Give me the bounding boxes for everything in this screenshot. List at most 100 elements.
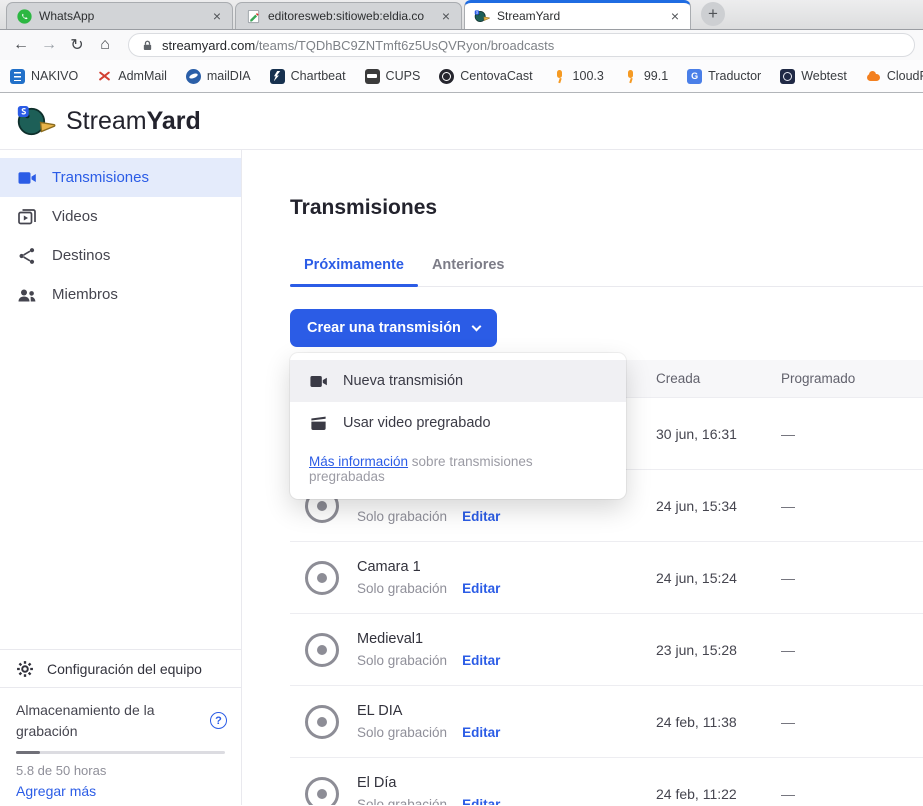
new-tab-button[interactable]: + <box>701 2 725 26</box>
team-settings-label: Configuración del equipo <box>47 661 202 677</box>
storage-panel: Almacenamiento de la grabación ? 5.8 de … <box>0 688 241 805</box>
bookmark-item[interactable]: CUPS <box>365 69 421 84</box>
table-row[interactable]: Medieval1 Solo grabación Editar 23 jun, … <box>290 614 923 686</box>
reload-icon[interactable]: ↻ <box>64 35 90 55</box>
table-row[interactable]: Camara 1 Solo grabación Editar 24 jun, 1… <box>290 542 923 614</box>
lock-icon <box>141 39 154 52</box>
bookmark-item[interactable]: AdmMail <box>97 69 167 84</box>
bookmark-label: Webtest <box>801 69 847 83</box>
whatsapp-icon <box>16 8 32 24</box>
cups-icon <box>365 69 380 84</box>
app-logo-text: StreamYard <box>66 107 201 136</box>
sidebar-item-transmisiones[interactable]: Transmisiones <box>0 158 241 197</box>
camera-icon <box>309 372 328 391</box>
sidebar-item-videos[interactable]: Videos <box>0 197 241 236</box>
bookmark-label: 99.1 <box>644 69 668 83</box>
more-info-link[interactable]: Más información <box>309 454 408 469</box>
main-content: Transmisiones Próximamente Anteriores Cr… <box>242 150 923 805</box>
record-icon <box>305 777 339 806</box>
maildia-icon <box>186 69 201 84</box>
scheduled-cell: — <box>781 642 923 658</box>
edit-link[interactable]: Editar <box>462 653 500 668</box>
storage-progress-track <box>16 751 225 754</box>
camera-icon <box>17 168 37 188</box>
address-bar[interactable]: streamyard.com/teams/TQDhBC9ZNTmft6z5UsQ… <box>128 33 915 57</box>
edit-link[interactable]: Editar <box>462 797 500 805</box>
record-icon <box>305 633 339 667</box>
logo-yard: Yard <box>147 107 201 135</box>
bookmarks-bar: NAKIVO AdmMail mailDIA Chartbeat CUPS Ce… <box>0 60 923 93</box>
streamyard-duck-icon <box>474 8 490 24</box>
bookmark-item[interactable]: Webtest <box>780 69 847 84</box>
created-cell: 24 jun, 15:24 <box>656 570 781 586</box>
table-row[interactable]: El Día Solo grabación Editar 24 feb, 11:… <box>290 758 923 805</box>
edit-link[interactable]: Editar <box>462 725 500 740</box>
broadcast-type: Solo grabación <box>357 797 447 805</box>
broadcast-name: Camara 1 <box>357 559 500 575</box>
bookmark-item[interactable]: 99.1 <box>623 69 668 84</box>
created-cell: 30 jun, 16:31 <box>656 426 781 442</box>
scheduled-cell: — <box>781 786 923 802</box>
tab-anteriores[interactable]: Anteriores <box>418 257 519 286</box>
tab-proximamente[interactable]: Próximamente <box>290 257 418 286</box>
bookmark-label: CentovaCast <box>460 69 532 83</box>
logo-stream: Stream <box>66 107 147 135</box>
sidebar-item-label: Destinos <box>52 247 110 264</box>
admmail-icon <box>97 69 112 84</box>
forward-icon[interactable]: → <box>36 36 62 54</box>
tab-whatsapp[interactable]: WhatsApp × <box>6 2 233 29</box>
broadcast-type: Solo grabación <box>357 581 447 596</box>
share-icon <box>17 246 37 266</box>
header-scheduled: Programado <box>781 371 923 386</box>
tab-title: StreamYard <box>497 9 662 23</box>
scheduled-cell: — <box>781 714 923 730</box>
close-icon[interactable]: × <box>440 8 452 24</box>
bookmark-item[interactable]: CloudFlare <box>866 69 923 84</box>
broadcast-name: El Día <box>357 775 500 791</box>
back-icon[interactable]: ← <box>8 36 34 54</box>
bookmark-item[interactable]: NAKIVO <box>10 69 78 84</box>
storage-usage-text: 5.8 de 50 horas <box>16 763 225 778</box>
mic-icon <box>623 69 638 84</box>
url-path: /teams/TQDhBC9ZNTmft6z5UsQVRyon/broadcas… <box>255 38 554 53</box>
scheduled-cell: — <box>781 570 923 586</box>
edit-link[interactable]: Editar <box>462 509 500 524</box>
menu-item-label: Usar video pregrabado <box>343 415 491 431</box>
broadcast-name: EL DIA <box>357 703 500 719</box>
tab-title: WhatsApp <box>39 9 204 23</box>
create-broadcast-label: Crear una transmisión <box>307 320 461 336</box>
broadcast-type: Solo grabación <box>357 653 447 668</box>
tab-streamyard[interactable]: StreamYard × <box>464 0 691 29</box>
add-more-link[interactable]: Agregar más <box>16 783 225 799</box>
chartbeat-icon <box>270 69 285 84</box>
url-domain: streamyard.com <box>162 38 255 53</box>
sidebar-item-label: Videos <box>52 208 98 225</box>
streamyard-logo-icon <box>16 103 56 140</box>
storage-progress-fill <box>16 751 40 754</box>
sidebar-item-destinos[interactable]: Destinos <box>0 236 241 275</box>
home-icon[interactable]: ⌂ <box>92 36 118 54</box>
help-icon[interactable]: ? <box>210 712 227 729</box>
bookmark-label: mailDIA <box>207 69 251 83</box>
menu-item-nueva-transmision[interactable]: Nueva transmisión <box>290 360 626 402</box>
edit-link[interactable]: Editar <box>462 581 500 596</box>
bookmark-label: Chartbeat <box>291 69 346 83</box>
tab-editoresweb[interactable]: editoresweb:sitioweb:eldia.co × <box>235 2 462 29</box>
create-broadcast-button[interactable]: Crear una transmisión <box>290 309 497 347</box>
chevron-down-icon <box>471 321 481 331</box>
bookmark-item[interactable]: Chartbeat <box>270 69 346 84</box>
bookmark-label: NAKIVO <box>31 69 78 83</box>
table-row[interactable]: EL DIA Solo grabación Editar 24 feb, 11:… <box>290 686 923 758</box>
bookmark-item[interactable]: Traductor <box>687 69 761 84</box>
bookmark-label: CloudFlare <box>887 69 923 83</box>
webtest-icon <box>780 69 795 84</box>
close-icon[interactable]: × <box>669 8 681 24</box>
menu-item-usar-video-pregrabado[interactable]: Usar video pregrabado <box>290 402 626 444</box>
sidebar-item-label: Miembros <box>52 286 118 303</box>
bookmark-item[interactable]: mailDIA <box>186 69 251 84</box>
team-settings-button[interactable]: Configuración del equipo <box>0 649 241 688</box>
bookmark-item[interactable]: CentovaCast <box>439 69 532 84</box>
close-icon[interactable]: × <box>211 8 223 24</box>
sidebar-item-miembros[interactable]: Miembros <box>0 275 241 314</box>
bookmark-item[interactable]: 100.3 <box>552 69 604 84</box>
